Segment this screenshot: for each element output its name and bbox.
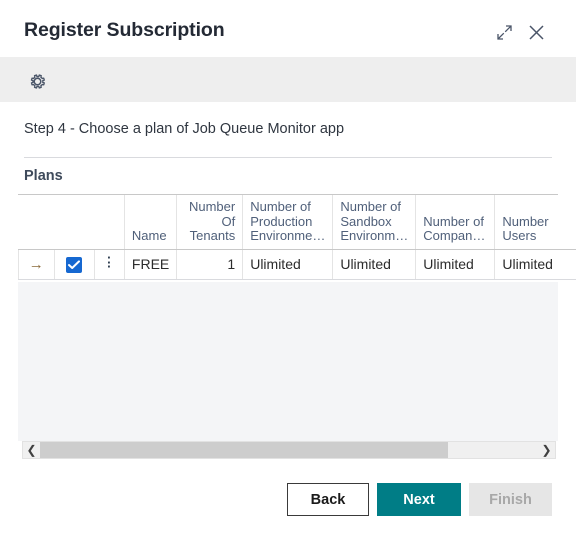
finish-button: Finish xyxy=(469,483,552,516)
dialog-toolbar xyxy=(0,57,576,102)
gear-icon[interactable] xyxy=(22,68,52,94)
col-header-number-of-companies[interactable]: Number of Compan… xyxy=(415,195,495,250)
plans-grid: Name Number Of Tenants Number of Product… xyxy=(18,194,576,441)
back-button[interactable]: Back xyxy=(287,483,369,516)
cell-name[interactable]: FREE xyxy=(123,249,177,280)
cell-number-of-sandbox-environments[interactable]: Ulimited xyxy=(332,249,416,280)
dialog-footer: Back Next Finish xyxy=(0,478,576,538)
dialog-titlebar: Register Subscription xyxy=(0,0,576,57)
row-checkbox[interactable] xyxy=(66,256,83,273)
plans-section-heading: Plans xyxy=(24,168,63,184)
table-row[interactable]: → · · · FREE 1 Ulimited Ulimited Ulimite… xyxy=(18,249,576,280)
col-header-menu[interactable] xyxy=(94,195,125,250)
col-header-number-of-sandbox-environments[interactable]: Number of Sandbox Environm… xyxy=(332,195,416,250)
three-dots-vertical-icon[interactable]: · · · xyxy=(107,252,111,273)
row-current-arrow-icon: → xyxy=(28,256,44,273)
close-icon[interactable] xyxy=(521,17,551,47)
scrollbar-thumb[interactable] xyxy=(40,442,448,458)
step-description: Step 4 - Choose a plan of Job Queue Moni… xyxy=(24,121,345,137)
grid-empty-area xyxy=(18,282,558,441)
cell-number-of-tenants[interactable]: 1 xyxy=(176,249,243,280)
header-row: Name Number Of Tenants Number of Product… xyxy=(18,195,576,250)
col-header-name[interactable]: Name xyxy=(123,195,177,250)
col-header-select[interactable] xyxy=(54,195,95,250)
chevron-right-icon[interactable]: ❯ xyxy=(538,442,555,458)
chevron-left-icon[interactable]: ❮ xyxy=(23,442,40,458)
row-indicator-cell: → xyxy=(18,249,55,280)
section-divider xyxy=(24,157,552,158)
col-header-number-of-tenants[interactable]: Number Of Tenants xyxy=(176,195,243,250)
plans-table-header: Name Number Of Tenants Number of Product… xyxy=(18,195,576,250)
grid-horizontal-scrollbar[interactable]: ❮ ❯ xyxy=(22,441,556,459)
cell-number-users[interactable]: Ulimited xyxy=(494,249,576,280)
col-header-number-users[interactable]: Number Users xyxy=(494,195,576,250)
row-select-cell[interactable] xyxy=(53,249,95,280)
expand-diagonal-icon[interactable] xyxy=(489,17,519,47)
col-header-indicator[interactable] xyxy=(18,195,55,250)
col-header-number-of-production-environments[interactable]: Number of Production Environme… xyxy=(242,195,333,250)
plans-table: Name Number Of Tenants Number of Product… xyxy=(18,195,576,280)
register-subscription-dialog: Register Subscription Step 4 - Choose a … xyxy=(0,0,576,538)
row-menu-cell[interactable]: · · · xyxy=(93,249,125,280)
plans-table-body: → · · · FREE 1 Ulimited Ulimited Ulimite… xyxy=(18,249,576,280)
page-title: Register Subscription xyxy=(24,19,225,41)
next-button[interactable]: Next xyxy=(377,483,461,516)
cell-number-of-companies[interactable]: Ulimited xyxy=(415,249,495,280)
cell-number-of-production-environments[interactable]: Ulimited xyxy=(242,249,333,280)
